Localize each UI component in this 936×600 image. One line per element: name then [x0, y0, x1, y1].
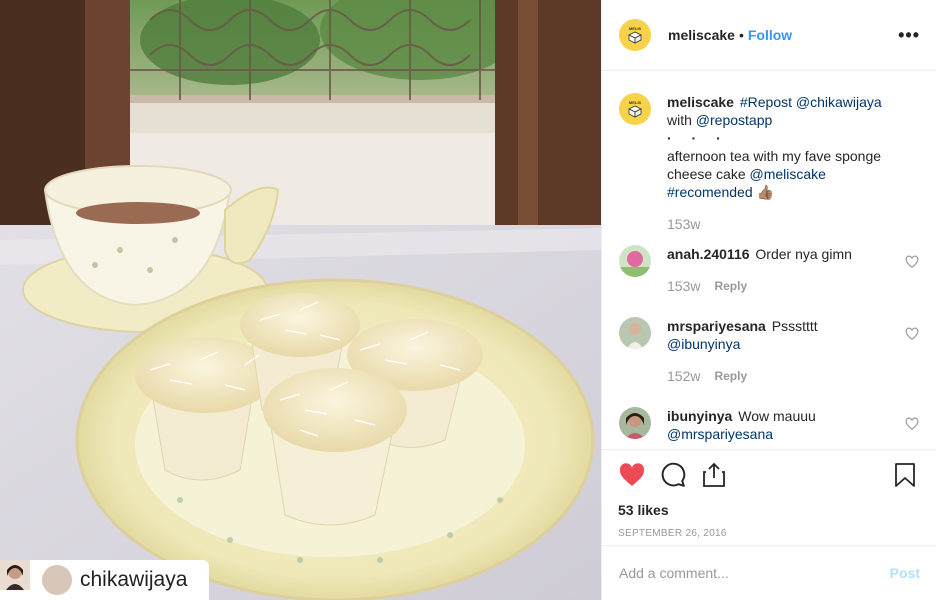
- comment-text: Pssstttt: [771, 318, 818, 334]
- comment-time[interactable]: 152w: [667, 367, 700, 385]
- comment-item: ibunyinya Wow mauuu @mrspariyesana: [619, 407, 919, 443]
- comment-item: anah.240116 Order nya gimn 153w Reply: [619, 245, 919, 295]
- header-separator: •: [738, 27, 744, 43]
- comment-like-icon[interactable]: [905, 327, 919, 341]
- mention-repostapp[interactable]: @repostapp: [696, 112, 772, 128]
- instagram-post: chikawijaya MELIS meliscake • Follow •••: [0, 0, 936, 600]
- svg-text:MELIS: MELIS: [629, 100, 642, 105]
- comment-text: Order nya gimn: [755, 246, 852, 262]
- hashtag-repost[interactable]: #Repost: [740, 94, 792, 110]
- caption-username[interactable]: meliscake: [667, 94, 734, 110]
- commenter-avatar[interactable]: [619, 407, 651, 439]
- mention-chikawijaya[interactable]: @chikawijaya: [796, 94, 882, 110]
- svg-text:MELIS: MELIS: [629, 26, 642, 31]
- mention-meliscake[interactable]: @meliscake: [750, 166, 826, 182]
- comment-mention[interactable]: @mrspariyesana: [667, 426, 773, 442]
- reply-button[interactable]: Reply: [714, 277, 747, 295]
- comments-list[interactable]: MELIS meliscake #Repost @chikawijaya wit…: [602, 71, 936, 449]
- thumbs-up-emoji: 👍🏽: [756, 184, 774, 200]
- commenter-avatar[interactable]: [619, 317, 651, 349]
- post-side-panel: MELIS meliscake • Follow ••• MELIS melis…: [601, 0, 936, 600]
- comment-like-icon[interactable]: [905, 255, 919, 269]
- comment-text: Wow mauuu: [738, 408, 816, 424]
- caption-time[interactable]: 153w: [667, 215, 700, 233]
- hashtag-recomended[interactable]: #recomended: [667, 184, 753, 200]
- comment-time[interactable]: 153w: [667, 277, 700, 295]
- comment-username[interactable]: anah.240116: [667, 246, 750, 262]
- commenter-avatar[interactable]: [619, 245, 651, 277]
- caption-with-text: with: [667, 112, 692, 128]
- follow-button[interactable]: Follow: [748, 27, 792, 43]
- repost-credit-tag: chikawijaya: [0, 560, 209, 600]
- comment-username[interactable]: ibunyinya: [667, 408, 732, 424]
- likes-count[interactable]: 53 likes: [618, 502, 919, 518]
- comment-username[interactable]: mrspariyesana: [667, 318, 766, 334]
- post-photo[interactable]: chikawijaya: [0, 0, 601, 600]
- post-comment-button[interactable]: Post: [890, 565, 920, 581]
- comment-mention[interactable]: @ibunyinya: [667, 336, 740, 352]
- credit-avatar: [0, 560, 72, 595]
- cake-photo-image: [0, 0, 601, 600]
- credit-username: chikawijaya: [80, 568, 188, 591]
- post-header: MELIS meliscake • Follow •••: [602, 0, 936, 71]
- share-icon[interactable]: [700, 461, 728, 489]
- caption-avatar[interactable]: MELIS: [619, 93, 651, 125]
- add-comment-bar: Post: [602, 545, 936, 600]
- comment-item: mrspariyesana Pssstttt @ibunyinya 152w R…: [619, 317, 919, 385]
- more-options-icon[interactable]: •••: [898, 25, 920, 46]
- caption: MELIS meliscake #Repost @chikawijaya wit…: [619, 93, 919, 233]
- comment-icon[interactable]: [659, 461, 687, 489]
- bookmark-icon[interactable]: [891, 461, 919, 489]
- reply-button[interactable]: Reply: [714, 367, 747, 385]
- comment-input[interactable]: [619, 565, 890, 581]
- caption-dots: · · ·: [667, 130, 729, 146]
- header-username[interactable]: meliscake: [668, 27, 735, 43]
- heart-filled-icon[interactable]: [618, 461, 646, 489]
- meliscake-avatar[interactable]: MELIS: [619, 19, 651, 51]
- comment-like-icon[interactable]: [905, 417, 919, 431]
- post-date[interactable]: SEPTEMBER 26, 2016: [618, 528, 919, 539]
- post-actions: 53 likes SEPTEMBER 26, 2016: [602, 449, 936, 545]
